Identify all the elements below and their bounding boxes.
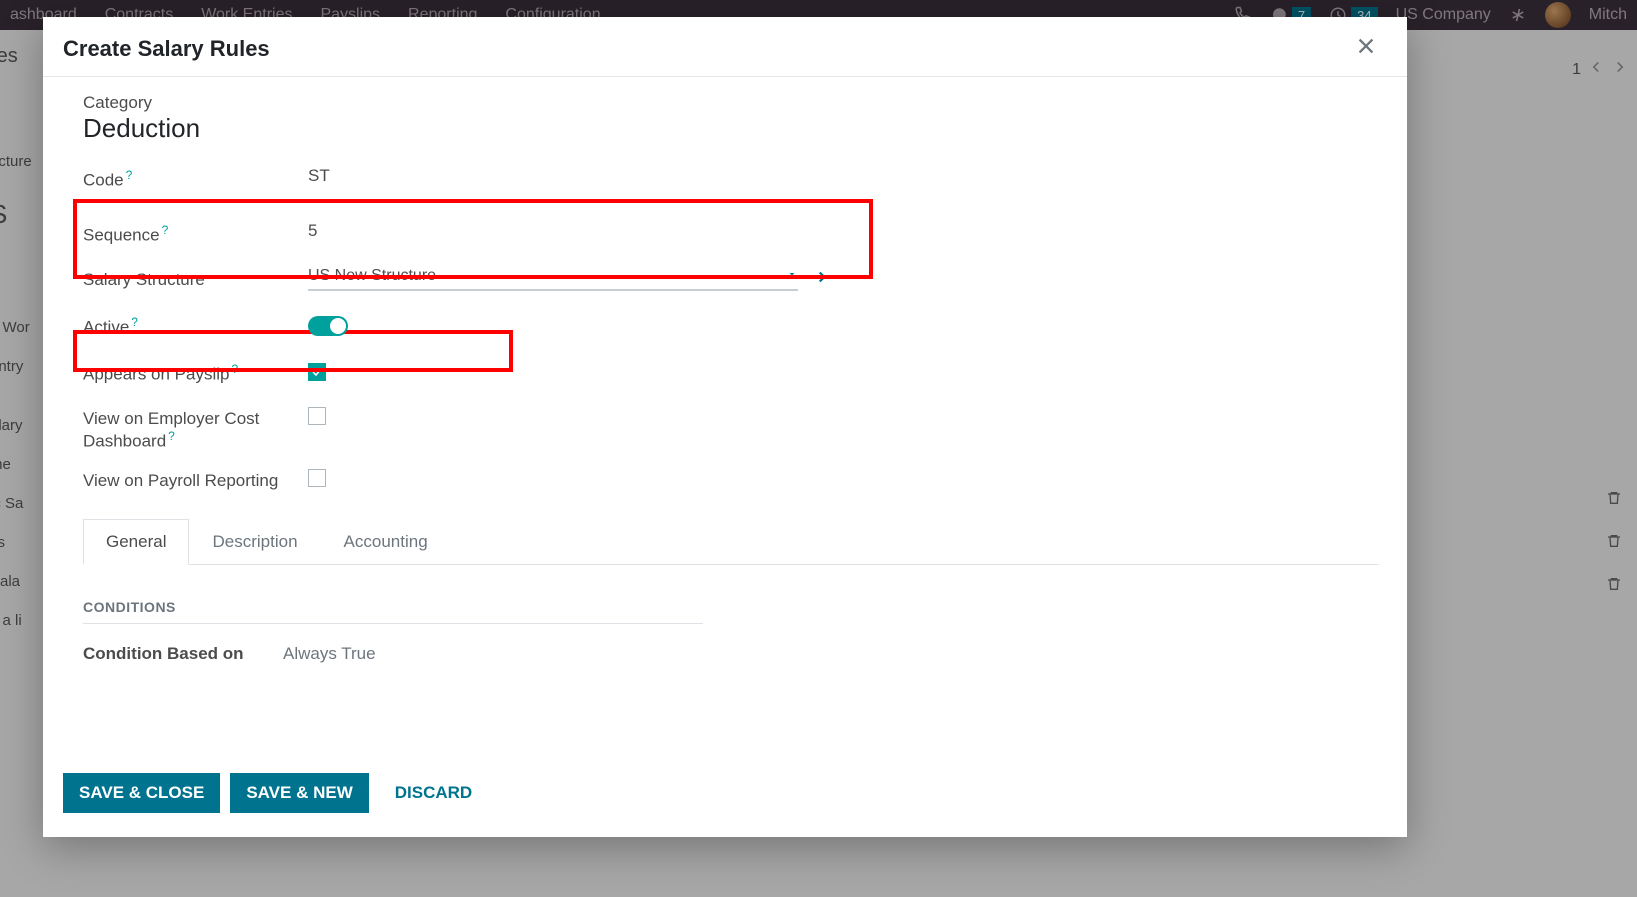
save-close-button[interactable]: SAVE & CLOSE [63,773,220,813]
modal-title: Create Salary Rules [63,36,270,62]
active-toggle[interactable] [308,316,348,336]
tab-description[interactable]: Description [189,519,320,565]
discard-button[interactable]: DISCARD [379,773,488,813]
label-sequence: Sequence? [83,221,308,246]
modal-body: Category Deduction Code? ST Sequence? 5 … [43,77,1407,755]
appears-on-payslip-checkbox[interactable] [308,363,326,381]
payroll-reporting-checkbox[interactable] [308,469,326,487]
help-icon[interactable]: ? [168,429,175,443]
label-condition-based-on: Condition Based on [83,644,283,664]
chevron-down-icon[interactable] [786,267,798,285]
label-salary-structure: Salary Structure [83,268,308,290]
label-active: Active? [83,313,308,338]
salary-structure-select[interactable]: US New Structure [308,267,798,291]
tab-general[interactable]: General [83,519,189,565]
salary-structure-value: US New Structure [308,267,436,285]
modal-footer: SAVE & CLOSE SAVE & NEW DISCARD [43,755,1407,837]
tabs: General Description Accounting [83,519,1379,565]
value-condition-based-on[interactable]: Always True [283,644,376,664]
external-link-icon[interactable] [810,268,828,291]
help-icon[interactable]: ? [131,315,138,329]
help-icon[interactable]: ? [126,168,133,182]
modal-header: Create Salary Rules [43,17,1407,77]
label-payroll-reporting: View on Payroll Reporting [83,469,308,491]
close-icon[interactable] [1355,35,1377,62]
label-code: Code? [83,166,308,191]
value-sequence[interactable]: 5 [308,221,317,241]
value-code[interactable]: ST [308,166,330,186]
help-icon[interactable]: ? [162,223,169,237]
conditions-heading: CONDITIONS [83,599,703,624]
create-salary-rules-modal: Create Salary Rules Category Deduction C… [43,17,1407,837]
label-appears-on-payslip: Appears on Payslip? [83,360,308,385]
save-new-button[interactable]: SAVE & NEW [230,773,368,813]
help-icon[interactable]: ? [231,362,238,376]
value-category: Deduction [83,113,1379,144]
label-category: Category [83,91,308,113]
employer-cost-checkbox[interactable] [308,407,326,425]
tab-accounting[interactable]: Accounting [321,519,451,565]
label-employer-cost: View on Employer Cost Dashboard? [83,407,308,452]
